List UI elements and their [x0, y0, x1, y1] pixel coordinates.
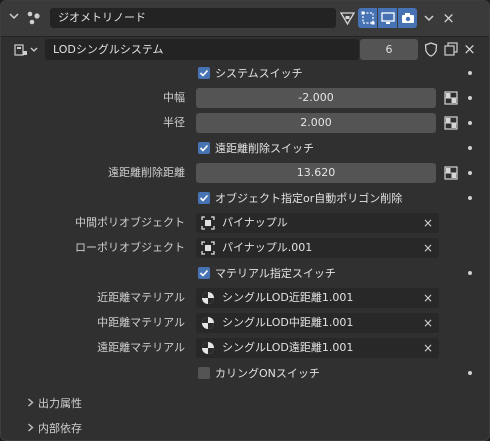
clear-field-icon[interactable]: × [423, 338, 433, 358]
clear-field-icon[interactable]: × [423, 288, 433, 308]
clear-field-icon[interactable]: × [423, 213, 433, 233]
material-icon [201, 341, 215, 355]
low-poly-object-field[interactable]: パイナップル.001 × [196, 238, 439, 258]
mid-material-value: シングルLOD中距離1.001 [222, 316, 354, 329]
far-material-value: シングルLOD遠距離1.001 [222, 341, 354, 354]
chevron-right-icon [26, 421, 38, 439]
material-icon [201, 316, 215, 330]
radius-field[interactable]: 2.000 [196, 113, 436, 133]
user-count[interactable]: 6 [360, 39, 418, 60]
width-field[interactable]: -2.000 [196, 88, 436, 108]
system-switch-checkbox[interactable]: システムスイッチ [198, 63, 303, 83]
checkbox-checked-icon [198, 142, 210, 154]
mid-material-label: 中距離マテリアル [97, 316, 185, 329]
keyframe-dot-icon[interactable] [468, 121, 472, 125]
far-material-label: 遠距離マテリアル [97, 341, 185, 354]
checkbox-checked-icon [198, 67, 210, 79]
clear-field-icon[interactable]: × [423, 313, 433, 333]
edit-mode-icon[interactable] [358, 8, 377, 28]
far-delete-distance-label: 遠距離削除距離 [108, 166, 185, 179]
keyframe-dot-icon[interactable] [468, 271, 472, 275]
material-switch-checkbox[interactable]: マテリアル指定スイッチ [198, 263, 336, 283]
keyframe-dot-icon[interactable] [468, 96, 472, 100]
width-label: 中幅 [163, 91, 185, 104]
collapse-chevron-icon[interactable] [7, 10, 21, 24]
mid-poly-object-field[interactable]: パイナップル × [196, 213, 439, 233]
keyframe-dot-icon[interactable] [468, 71, 472, 75]
realtime-display-icon[interactable] [378, 8, 397, 28]
attribute-toggle-icon[interactable] [444, 166, 458, 180]
close-icon[interactable]: × [439, 8, 458, 28]
mid-poly-object-label: 中間ポリオブジェクト [75, 216, 185, 229]
far-delete-switch-checkbox[interactable]: 遠距離削除スイッチ [198, 138, 314, 158]
mid-poly-object-value: パイナップル [222, 216, 288, 229]
material-switch-label: マテリアル指定スイッチ [215, 267, 336, 280]
subpanel-output-attributes-label: 出力属性 [38, 397, 82, 410]
far-delete-switch-label: 遠距離削除スイッチ [215, 142, 314, 155]
far-material-field[interactable]: シングルLOD遠距離1.001 × [196, 338, 439, 358]
node-tree-browse-icon[interactable] [14, 41, 42, 59]
object-or-auto-label: オブジェクト指定or自動ポリゴン削除 [215, 192, 403, 205]
unlink-datablock-icon[interactable]: × [460, 39, 479, 59]
modifier-name-field[interactable]: ジオメトリノード [50, 8, 336, 28]
subpanel-internal-dependencies[interactable]: 内部依存 [26, 420, 82, 438]
radius-label: 半径 [163, 116, 185, 129]
attribute-toggle-icon[interactable] [444, 91, 458, 105]
object-icon [201, 216, 215, 230]
checkbox-unchecked-icon [198, 367, 210, 379]
node-tree-name-field[interactable]: LODシングルシステム [45, 39, 359, 60]
keyframe-dot-icon[interactable] [468, 146, 472, 150]
near-material-value: シングルLOD近距離1.001 [222, 291, 354, 304]
mid-material-field[interactable]: シングルLOD中距離1.001 × [196, 313, 439, 333]
chevron-right-icon [26, 396, 38, 414]
fake-user-shield-icon[interactable] [421, 39, 440, 59]
culling-switch-label: カリングONスイッチ [215, 367, 320, 380]
attribute-toggle-icon[interactable] [444, 116, 458, 130]
dropdown-chevron-icon[interactable] [419, 8, 438, 28]
edit-mode-cage-icon[interactable] [338, 8, 357, 28]
object-icon [201, 241, 215, 255]
duplicate-datablock-icon[interactable] [441, 39, 460, 59]
culling-switch-checkbox[interactable]: カリングONスイッチ [198, 363, 320, 383]
checkbox-checked-icon [198, 267, 210, 279]
object-or-auto-checkbox[interactable]: オブジェクト指定or自動ポリゴン削除 [198, 188, 402, 208]
keyframe-dot-icon[interactable] [468, 196, 472, 200]
keyframe-dot-icon[interactable] [468, 171, 472, 175]
material-icon [201, 291, 215, 305]
checkbox-checked-icon [198, 192, 210, 204]
render-camera-icon[interactable] [398, 8, 417, 28]
far-delete-distance-field[interactable]: 13.620 [196, 163, 436, 183]
system-switch-label: システムスイッチ [215, 67, 303, 80]
modifier-panel: ジオメトリノード × LODシングルシステム 6 × システムスイッチ 中幅 -… [0, 0, 490, 441]
geometry-nodes-icon [26, 10, 42, 26]
keyframe-dot-icon[interactable] [468, 371, 472, 375]
low-poly-object-label: ローポリオブジェクト [75, 241, 185, 254]
clear-field-icon[interactable]: × [423, 238, 433, 258]
subpanel-output-attributes[interactable]: 出力属性 [26, 395, 82, 413]
near-material-label: 近距離マテリアル [97, 291, 185, 304]
subpanel-internal-dependencies-label: 内部依存 [38, 422, 82, 435]
modifier-header: ジオメトリノード × [1, 1, 489, 37]
near-material-field[interactable]: シングルLOD近距離1.001 × [196, 288, 439, 308]
low-poly-object-value: パイナップル.001 [222, 241, 313, 254]
